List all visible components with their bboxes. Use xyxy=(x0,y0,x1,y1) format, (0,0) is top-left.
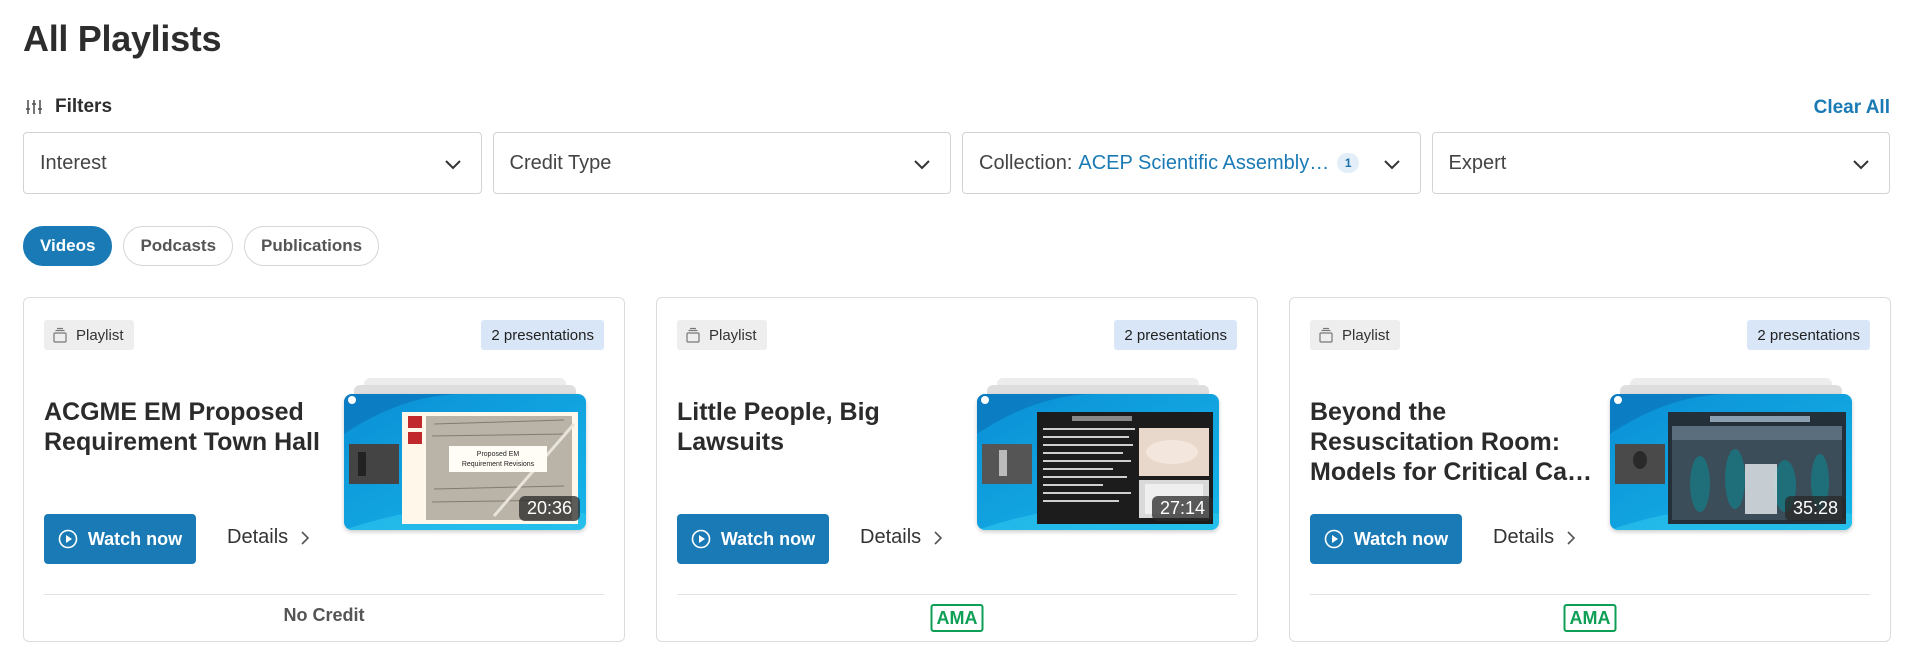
play-circle-icon xyxy=(58,529,78,549)
thumbnail-image: Proposed EM Requirement Revisions 20:36 xyxy=(344,394,586,530)
watch-now-label: Watch now xyxy=(720,528,816,549)
playlist-stack-icon xyxy=(53,327,67,343)
interest-dropdown-label: Interest xyxy=(40,151,107,174)
chevron-right-icon xyxy=(1567,530,1576,545)
chevron-down-icon xyxy=(1853,160,1869,170)
thumbnail-slide-line-2: Requirement Revisions xyxy=(462,461,535,468)
expert-dropdown-label: Expert xyxy=(1448,151,1507,174)
credit-type-dropdown-label: Credit Type xyxy=(509,151,612,174)
chevron-down-icon xyxy=(914,160,930,170)
details-link[interactable]: Details xyxy=(860,526,943,549)
video-thumbnail[interactable]: 35:28 xyxy=(1610,378,1852,533)
playlist-tag: Playlist xyxy=(1310,320,1400,350)
playlist-stack-icon xyxy=(1319,327,1333,343)
play-circle-icon xyxy=(1324,529,1344,549)
video-duration: 35:28 xyxy=(1784,496,1846,521)
video-duration: 20:36 xyxy=(518,496,580,521)
playlist-title[interactable]: ACGME EM Proposed Requirement Town Hall xyxy=(44,397,334,457)
playlist-title[interactable]: Little People, Big Lawsuits xyxy=(677,397,967,457)
filters-header: Filters xyxy=(25,96,112,118)
ama-credit-badge: AMA xyxy=(930,604,984,632)
watch-now-button[interactable]: Watch now xyxy=(677,514,829,564)
playlist-stack-icon xyxy=(686,327,700,343)
video-thumbnail[interactable]: Proposed EM Requirement Revisions 20:36 xyxy=(344,378,586,533)
details-label: Details xyxy=(227,526,289,548)
card-divider xyxy=(44,594,604,595)
collection-selected-value: ACEP Scientific Assembly… xyxy=(1078,151,1330,174)
page-title: All Playlists xyxy=(23,18,222,59)
playlist-tag-label: Playlist xyxy=(1342,326,1390,344)
playlist-tag: Playlist xyxy=(44,320,134,350)
chevron-right-icon xyxy=(301,530,310,545)
details-link[interactable]: Details xyxy=(1493,526,1576,549)
credit-label: No Credit xyxy=(283,605,365,625)
filter-row: Interest Credit Type Collection: ACEP Sc… xyxy=(23,132,1890,194)
playlist-tag-label: Playlist xyxy=(76,326,124,344)
chevron-down-icon xyxy=(1383,160,1400,170)
thumbnail-slide-line-1: Proposed EM xyxy=(477,451,520,458)
playlist-card: Playlist 2 presentations ACGME EM Propos… xyxy=(23,297,625,642)
watch-now-label: Watch now xyxy=(87,528,183,549)
details-link[interactable]: Details xyxy=(227,526,310,549)
thumbnail-image: 35:28 xyxy=(1610,394,1852,530)
tab-videos[interactable]: Videos xyxy=(23,226,113,266)
play-circle-icon xyxy=(691,529,711,549)
filters-label: Filters xyxy=(55,96,113,117)
playlist-title[interactable]: Beyond the Resuscitation Room: Models fo… xyxy=(1310,397,1600,487)
collection-count-badge: 1 xyxy=(1337,153,1360,173)
video-duration: 27:14 xyxy=(1151,496,1213,521)
chevron-right-icon xyxy=(934,530,943,545)
playlist-tag-label: Playlist xyxy=(709,326,757,344)
thumbnail-image: 27:14 xyxy=(977,394,1219,530)
tab-podcasts[interactable]: Podcasts xyxy=(123,226,234,266)
playlist-card: Playlist 2 presentations Little People, … xyxy=(656,297,1258,642)
presentations-count-badge: 2 presentations xyxy=(1747,320,1870,350)
card-divider xyxy=(677,594,1237,595)
presentations-count-badge: 2 presentations xyxy=(1114,320,1237,350)
details-label: Details xyxy=(860,526,922,548)
credit-type-dropdown[interactable]: Credit Type xyxy=(492,132,951,194)
tab-publications[interactable]: Publications xyxy=(244,226,380,266)
filter-sliders-icon xyxy=(26,100,42,114)
watch-now-button[interactable]: Watch now xyxy=(44,514,196,564)
ama-credit-badge: AMA xyxy=(1563,604,1617,632)
watch-now-label: Watch now xyxy=(1353,528,1449,549)
collection-dropdown[interactable]: Collection: ACEP Scientific Assembly… 1 xyxy=(962,132,1421,194)
content-type-tabs: Videos Podcasts Publications xyxy=(23,226,380,266)
collection-dropdown-label: Collection: xyxy=(979,151,1073,174)
playlist-cards: Playlist 2 presentations ACGME EM Propos… xyxy=(23,297,1891,642)
expert-dropdown[interactable]: Expert xyxy=(1431,132,1890,194)
clear-all-link[interactable]: Clear All xyxy=(1814,97,1890,119)
chevron-down-icon xyxy=(444,160,461,170)
interest-dropdown[interactable]: Interest xyxy=(23,132,482,194)
watch-now-button[interactable]: Watch now xyxy=(1310,514,1462,564)
details-label: Details xyxy=(1493,526,1555,548)
playlist-tag: Playlist xyxy=(677,320,767,350)
presentations-count-badge: 2 presentations xyxy=(481,320,604,350)
playlist-card: Playlist 2 presentations Beyond the Resu… xyxy=(1289,297,1891,642)
card-divider xyxy=(1310,594,1870,595)
video-thumbnail[interactable]: 27:14 xyxy=(977,378,1219,533)
